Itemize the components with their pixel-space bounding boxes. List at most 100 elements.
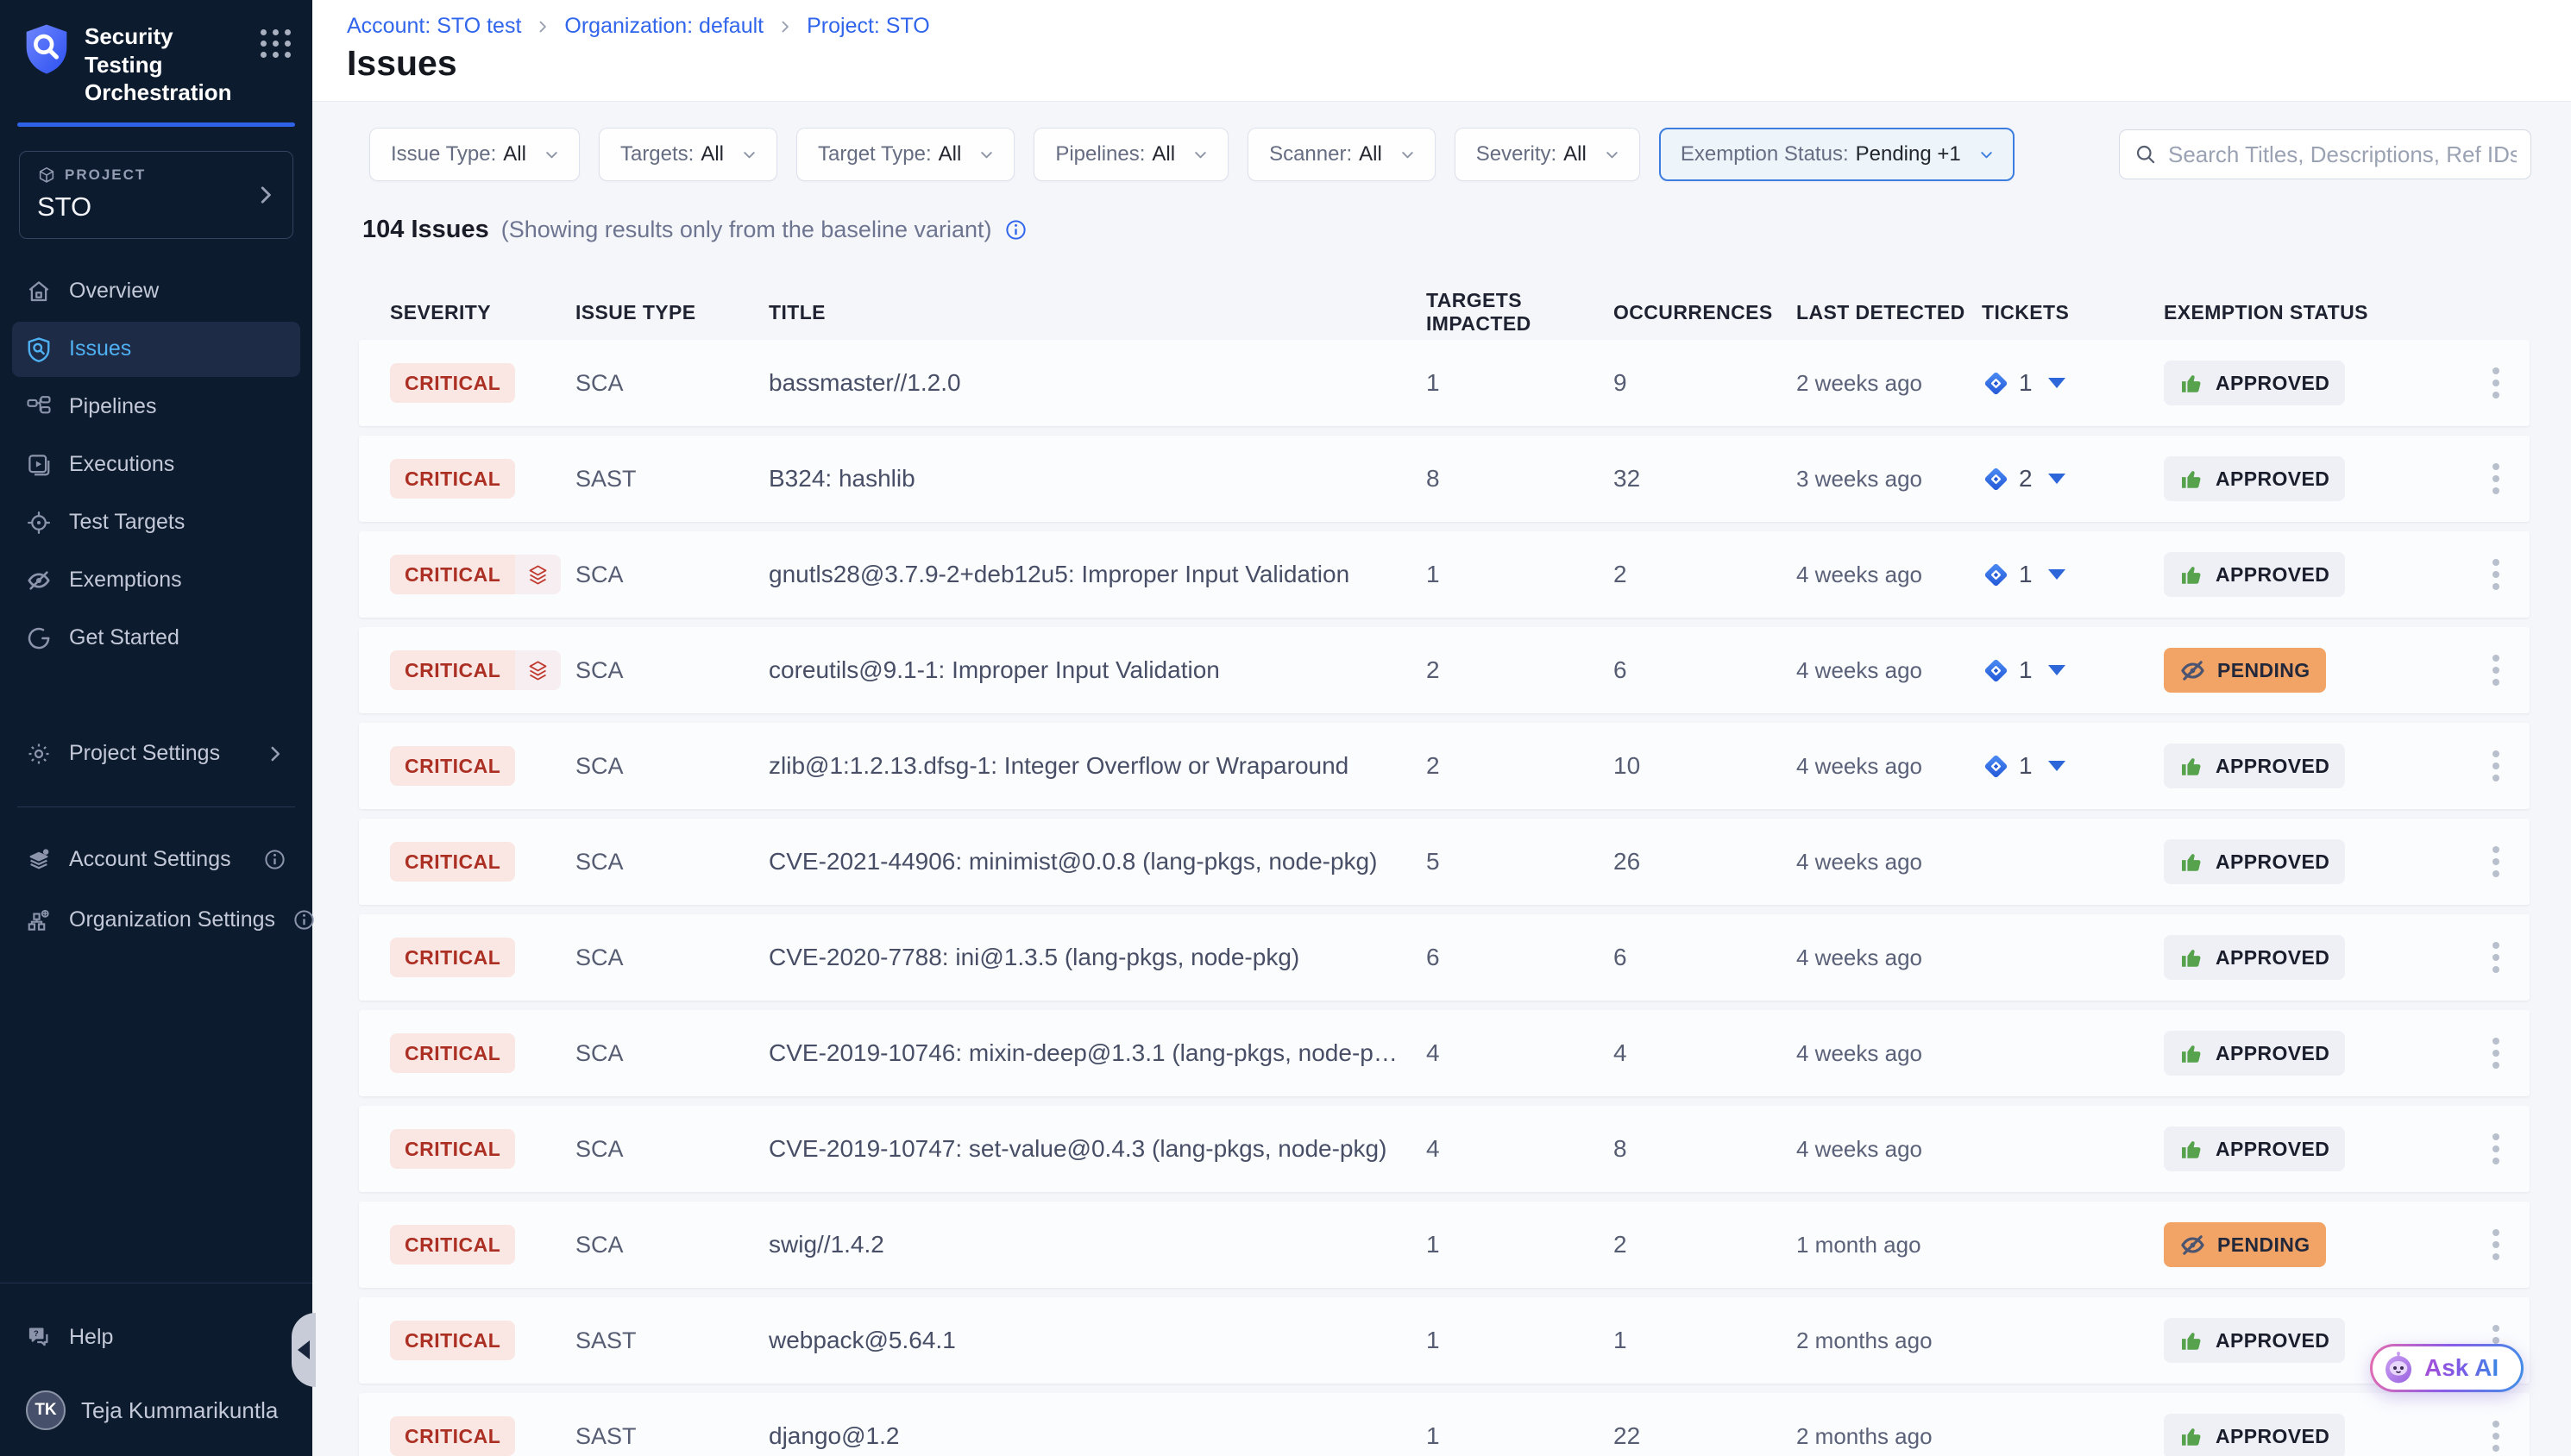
severity-badge: CRITICAL (390, 459, 515, 499)
info-icon[interactable] (263, 848, 286, 871)
app-title: Security Testing Orchestration (85, 22, 245, 107)
breadcrumb-organization[interactable]: Organization: default (564, 14, 764, 39)
issue-type: SCA (575, 849, 769, 875)
row-menu-button[interactable] (2484, 742, 2508, 790)
row-menu-button[interactable] (2484, 1029, 2508, 1077)
filter-target-type[interactable]: Target Type:All (796, 128, 1015, 181)
info-icon[interactable] (292, 908, 316, 932)
table-row[interactable]: CRITICALSCACVE-2019-10746: mixin-deep@1.… (359, 1010, 2530, 1096)
sidebar-collapse-handle[interactable] (292, 1313, 316, 1387)
sidebar-item-pipelines[interactable]: Pipelines (12, 380, 300, 435)
filter-pipelines[interactable]: Pipelines:All (1034, 128, 1229, 181)
pipelines-icon (26, 394, 52, 420)
tickets-cell: 2 (1982, 465, 2164, 493)
row-menu-button[interactable] (2484, 838, 2508, 886)
row-menu-button[interactable] (2484, 1412, 2508, 1456)
sidebar-item-overview[interactable]: Overview (12, 264, 300, 319)
issue-title: bassmaster//1.2.0 (769, 369, 1426, 397)
table-row[interactable]: CRITICALSASTdjango@1.21222 months agoAPP… (359, 1393, 2530, 1456)
last-detected: 4 weeks ago (1796, 657, 1982, 684)
row-menu-button[interactable] (2484, 550, 2508, 599)
exemption-status-badge: APPROVED (2164, 456, 2345, 501)
eye-off-icon (2179, 657, 2206, 684)
severity-badge: CRITICAL (390, 650, 561, 690)
filter-targets[interactable]: Targets:All (599, 128, 777, 181)
caret-down-icon[interactable] (2048, 761, 2065, 771)
filter-exemption-status[interactable]: Exemption Status:Pending +1 (1659, 128, 2015, 181)
project-selector[interactable]: PROJECT STO (19, 151, 293, 239)
severity-badge: CRITICAL (390, 1225, 515, 1265)
get-started-icon (26, 625, 52, 651)
issues-shield-icon (26, 336, 52, 362)
sidebar-item-test-targets[interactable]: Test Targets (12, 495, 300, 550)
table-row[interactable]: CRITICALSCACVE-2019-10747: set-value@0.4… (359, 1106, 2530, 1192)
row-menu-button[interactable] (2484, 933, 2508, 982)
row-menu-button[interactable] (2484, 646, 2508, 694)
sidebar-item-get-started[interactable]: Get Started (12, 611, 300, 666)
table-row[interactable]: CRITICALSASTwebpack@5.64.1112 months ago… (359, 1297, 2530, 1384)
issue-title: B324: hashlib (769, 465, 1426, 493)
row-menu-button[interactable] (2484, 455, 2508, 503)
filter-severity[interactable]: Severity:All (1455, 128, 1640, 181)
chevron-right-icon (776, 18, 794, 35)
targets-impacted: 6 (1426, 944, 1613, 971)
thumbs-up-icon (2179, 1328, 2204, 1353)
table-row[interactable]: CRITICALSCACVE-2020-7788: ini@1.3.5 (lan… (359, 914, 2530, 1001)
targets-impacted: 1 (1426, 561, 1613, 588)
exemption-status-label: APPROVED (2216, 1138, 2329, 1161)
sidebar-item-help[interactable]: ? Help (12, 1309, 300, 1365)
ask-ai-button[interactable]: Ask AI (2370, 1344, 2524, 1392)
targets-impacted: 2 (1426, 656, 1613, 684)
exemption-status-badge: APPROVED (2164, 1414, 2345, 1456)
search-input[interactable] (2168, 141, 2517, 168)
table-row[interactable]: CRITICALSASTB324: hashlib8323 weeks ago2… (359, 436, 2530, 522)
table-row[interactable]: CRITICALSCAgnutls28@3.7.9-2+deb12u5: Imp… (359, 531, 2530, 618)
issue-type: SAST (575, 466, 769, 493)
sidebar-item-executions[interactable]: Executions (12, 437, 300, 493)
last-detected: 2 months ago (1796, 1423, 1982, 1450)
table-row[interactable]: CRITICALSCAswig//1.4.2121 month agoPENDI… (359, 1202, 2530, 1288)
caret-down-icon[interactable] (2048, 665, 2065, 675)
exemption-status-badge: PENDING (2164, 648, 2326, 693)
issue-type: SCA (575, 370, 769, 397)
ai-mascot-icon (2381, 1351, 2416, 1385)
sidebar-item-label: Issues (69, 336, 131, 361)
row-menu-button[interactable] (2484, 1125, 2508, 1173)
table-row[interactable]: CRITICALSCAcoreutils@9.1-1: Improper Inp… (359, 627, 2530, 713)
tickets-cell: 1 (1982, 752, 2164, 781)
module-grid-icon[interactable] (261, 29, 292, 58)
sidebar-item-exemptions[interactable]: Exemptions (12, 553, 300, 608)
avatar: TK (26, 1390, 66, 1430)
table-row[interactable]: CRITICALSCACVE-2021-44906: minimist@0.0.… (359, 819, 2530, 905)
info-icon[interactable] (1004, 218, 1028, 242)
sidebar-item-account-settings[interactable]: Account Settings (12, 832, 300, 888)
issue-title: gnutls28@3.7.9-2+deb12u5: Improper Input… (769, 561, 1426, 588)
caret-down-icon[interactable] (2048, 378, 2065, 388)
filter-issue-type[interactable]: Issue Type:All (369, 128, 580, 181)
sidebar-item-project-settings[interactable]: Project Settings (12, 726, 300, 781)
severity-badge: CRITICAL (390, 363, 515, 403)
row-menu-button[interactable] (2484, 1221, 2508, 1269)
svg-text:?: ? (34, 1329, 39, 1338)
issue-title: CVE-2020-7788: ini@1.3.5 (lang-pkgs, nod… (769, 944, 1426, 971)
issue-type: SAST (575, 1327, 769, 1354)
exemption-status-label: APPROVED (2216, 850, 2329, 874)
sidebar-item-organization-settings[interactable]: Organization Settings (12, 893, 300, 948)
table-row[interactable]: CRITICALSCAbassmaster//1.2.0192 weeks ag… (359, 340, 2530, 426)
caret-down-icon[interactable] (2048, 569, 2065, 580)
row-menu-button[interactable] (2484, 359, 2508, 407)
column-header: ISSUE TYPE (575, 301, 769, 324)
caret-down-icon[interactable] (2048, 474, 2065, 484)
breadcrumb-account[interactable]: Account: STO test (347, 14, 521, 39)
severity-badge: CRITICAL (390, 746, 515, 786)
sidebar-item-issues[interactable]: Issues (12, 322, 300, 377)
last-detected: 2 months ago (1796, 1327, 1982, 1354)
sidebar-item-label: Exemptions (69, 568, 182, 593)
filter-scanner[interactable]: Scanner:All (1248, 128, 1436, 181)
user-menu[interactable]: TK Teja Kummarikuntla (12, 1390, 300, 1430)
table-row[interactable]: CRITICALSCAzlib@1:1.2.13.dfsg-1: Integer… (359, 723, 2530, 809)
column-header: TARGETS IMPACTED (1426, 289, 1613, 336)
targets-impacted: 2 (1426, 752, 1613, 780)
thumbs-up-icon (2179, 1041, 2204, 1066)
breadcrumb-project[interactable]: Project: STO (807, 14, 930, 39)
